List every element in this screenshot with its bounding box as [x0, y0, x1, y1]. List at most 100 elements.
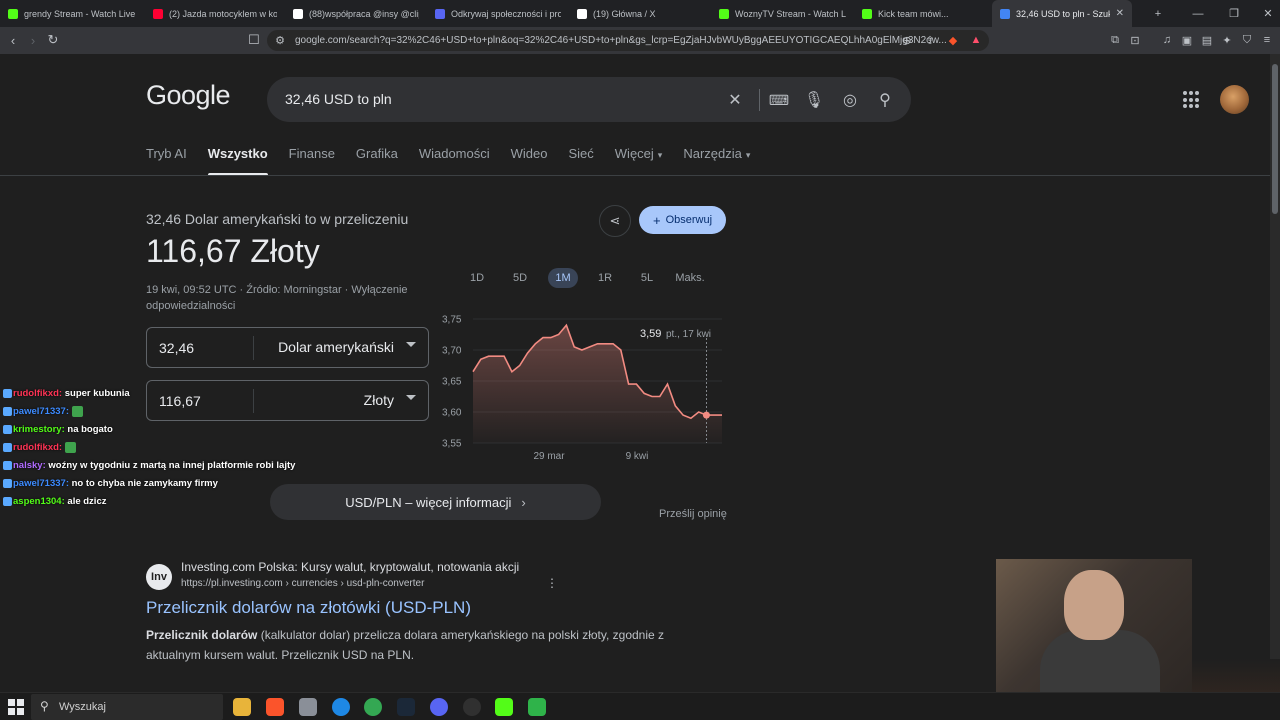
browser-tab[interactable]: 32,46 USD to pln - Szukaj ✕ [992, 0, 1132, 27]
chat-text: no to chyba nie zamykamy firmy [68, 478, 218, 489]
new-tab-button[interactable]: + [1140, 0, 1176, 27]
more-info-button[interactable]: USD/PLN – więcej informacji › [270, 484, 601, 520]
obs-icon[interactable] [463, 698, 481, 716]
windows-start-icon[interactable] [8, 699, 24, 715]
chat-badge-icon [3, 496, 12, 506]
tab-wszystko[interactable]: Wszystko [207, 146, 268, 176]
media-icon[interactable]: ♫ [1160, 33, 1174, 47]
maximize-button[interactable]: ❐ [1216, 0, 1252, 27]
result-snippet: Przelicznik dolarów (kalkulator dolar) p… [146, 625, 706, 665]
search-input[interactable]: 32,46 USD to pln [285, 91, 392, 107]
range-tab[interactable]: 1M [548, 268, 578, 288]
browser-tab[interactable]: (88)współpraca @insy @clipzz [285, 0, 427, 27]
app-icon[interactable] [299, 698, 317, 716]
screenshot-icon[interactable]: ⊡ [1128, 33, 1142, 47]
minimize-button[interactable]: — [1180, 0, 1216, 27]
to-currency-select[interactable]: Złoty [364, 392, 394, 408]
chrome-icon[interactable] [364, 698, 382, 716]
tab-favicon-icon [577, 8, 587, 19]
tab-więcej[interactable]: Więcej ▾ [615, 146, 663, 176]
browser-tab[interactable]: (19) Główna / X [569, 0, 711, 27]
brave-browser-icon[interactable] [266, 698, 284, 716]
discord-icon[interactable] [430, 698, 448, 716]
tab-wiadomości[interactable]: Wiadomości [419, 146, 490, 176]
more-info-label: USD/PLN – więcej informacji [345, 494, 512, 510]
site-info-icon[interactable]: ⚙ [273, 33, 287, 47]
avatar[interactable] [1220, 85, 1249, 114]
range-tab[interactable]: 5D [505, 268, 535, 288]
chat-badge-icon [3, 478, 12, 488]
browser-tab[interactable]: (2) Jazda motocyklem w korku [145, 0, 285, 27]
tooltip-value: 3,59 [640, 328, 661, 340]
scroll-thumb[interactable] [1272, 64, 1278, 214]
tab-label: Więcej [614, 146, 654, 161]
more-vert-icon[interactable]: ⋮ [546, 576, 558, 590]
tab-narzędzia[interactable]: Narzędzia ▾ [683, 146, 750, 176]
from-amount-field[interactable]: 32,46 Dolar amerykański [146, 327, 429, 368]
keyboard-icon[interactable]: ⌨ [768, 89, 790, 111]
zoom-icon[interactable]: ⊕ [900, 33, 914, 47]
apps-grid-icon[interactable] [1183, 91, 1201, 109]
range-tab[interactable]: 1R [590, 268, 620, 288]
converter-title: 32,46 Dolar amerykański to w przeliczeni… [146, 211, 409, 227]
vpn-icon[interactable]: ⛉ [1240, 33, 1254, 47]
taskbar-search[interactable]: ⚲ Wyszukaj [31, 694, 223, 720]
tab-finanse[interactable]: Finanse [289, 146, 335, 176]
clear-icon[interactable]: ✕ [724, 89, 746, 111]
tab-grafika[interactable]: Grafika [356, 146, 398, 176]
follow-button[interactable]: + Obserwuj [639, 206, 726, 234]
close-tab-icon[interactable]: ✕ [1116, 8, 1124, 19]
back-icon[interactable]: ‹ [4, 31, 22, 49]
tab-sieć[interactable]: Sieć [568, 146, 593, 176]
browser-tab[interactable]: Kick team mówi... [854, 0, 992, 27]
brave-shields-icon[interactable]: ◆ [946, 33, 960, 47]
tab-label: Wszystko [207, 146, 268, 161]
browser-tab[interactable]: Odkrywaj społeczności i produ [427, 0, 569, 27]
forward-icon[interactable]: › [24, 31, 42, 49]
microphone-icon[interactable]: 🎙 [803, 89, 825, 111]
browser-tab[interactable]: grendy Stream - Watch Live on [0, 0, 145, 27]
from-amount-input[interactable]: 32,46 [159, 340, 194, 356]
browser-tab[interactable]: WoznyTV Stream - Watch Live [711, 0, 854, 27]
converter-meta: 19 kwi, 09:52 UTC · Źródło: Morningstar … [146, 284, 408, 312]
tab-tryb-ai[interactable]: Tryb AI [146, 146, 187, 176]
menu-icon[interactable]: ≡ [1260, 33, 1274, 47]
steam-icon[interactable] [397, 698, 415, 716]
address-bar[interactable]: google.com/search?q=32%2C46+USD+to+pln&o… [267, 30, 989, 51]
tab-wideo[interactable]: Wideo [511, 146, 548, 176]
tab-favicon-icon [8, 8, 18, 19]
google-logo[interactable]: Google [146, 80, 231, 111]
leo-ai-icon[interactable]: ✦ [1220, 33, 1234, 47]
wallet-icon[interactable]: ▤ [1200, 33, 1214, 47]
chevron-down-icon[interactable] [406, 342, 416, 347]
share-page-icon[interactable]: ⇪ [923, 33, 937, 47]
chevron-down-icon[interactable] [406, 395, 416, 400]
edge-icon[interactable] [332, 698, 350, 716]
exchange-rate-chart[interactable]: 3,75 3,70 3,65 3,60 3,55 3,59 pt., 17 kwi 29 ma… [440, 310, 730, 470]
range-tab[interactable]: Maks. [668, 268, 712, 288]
close-window-button[interactable]: ✕ [1250, 0, 1280, 27]
extensions-icon[interactable]: ⧉ [1108, 33, 1122, 47]
range-tab[interactable]: 1D [462, 268, 492, 288]
sidebar-icon[interactable]: ▣ [1180, 33, 1194, 47]
result-title-link[interactable]: Przelicznik dolarów na złotówki (USD-PLN… [146, 598, 471, 618]
range-tab[interactable]: 5L [632, 268, 662, 288]
feedback-link[interactable]: Prześlij opinię [659, 508, 727, 520]
result-site-name[interactable]: Investing.com Polska: Kursy walut, krypt… [181, 560, 519, 574]
result-url[interactable]: https://pl.investing.com › currencies › … [181, 578, 424, 589]
browser-tab-bar: grendy Stream - Watch Live on (2) Jazda m… [0, 0, 1280, 27]
chat-badge-icon [3, 424, 12, 434]
from-currency-select[interactable]: Dolar amerykański [278, 339, 394, 355]
search-icon[interactable]: ⚲ [874, 89, 896, 111]
kick-icon[interactable] [495, 698, 513, 716]
share-button[interactable]: ⋖ [599, 205, 631, 237]
app-icon[interactable] [528, 698, 546, 716]
reload-icon[interactable]: ↻ [44, 31, 62, 49]
bookmark-icon[interactable]: ☐ [245, 31, 263, 49]
search-box[interactable]: 32,46 USD to pln ✕ ⌨ 🎙 ◎ ⚲ [267, 77, 911, 122]
y-tick-label: 3,65 [442, 377, 462, 388]
brave-rewards-icon[interactable]: ▲ [969, 33, 983, 47]
page-scrollbar[interactable] [1270, 54, 1280, 692]
file-explorer-icon[interactable] [233, 698, 251, 716]
lens-icon[interactable]: ◎ [839, 89, 861, 111]
